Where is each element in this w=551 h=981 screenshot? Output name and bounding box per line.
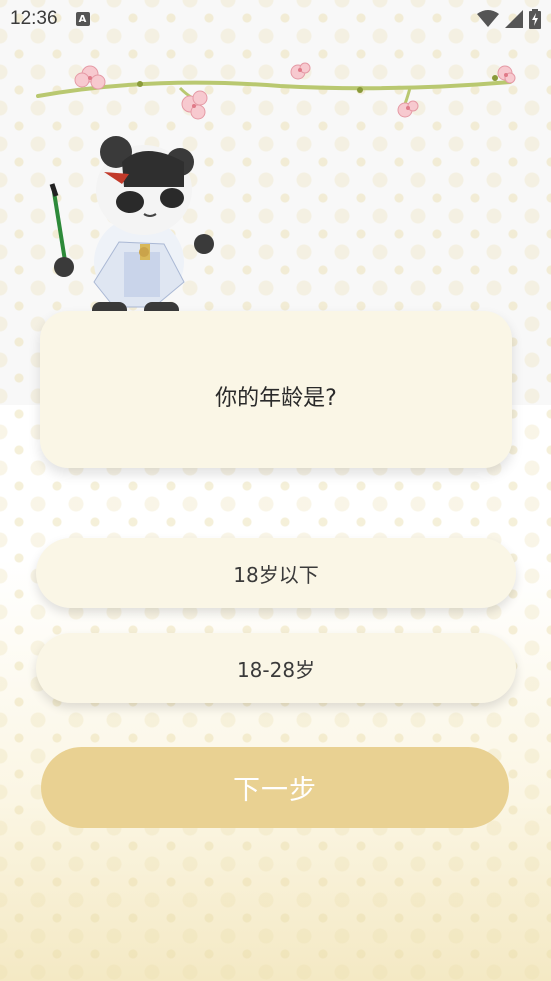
- option-under-18-button[interactable]: 18岁以下: [36, 538, 516, 608]
- question-card: 你的年龄是?: [40, 311, 512, 468]
- blossom-branch-decoration: [36, 62, 516, 120]
- signal-icon: [505, 10, 523, 28]
- notification-a-icon: A: [75, 12, 90, 26]
- status-time: 12:36: [10, 8, 58, 29]
- question-text: 你的年龄是?: [215, 385, 337, 411]
- next-step-button[interactable]: 下一步: [41, 747, 509, 828]
- status-bar: 12:36 A: [0, 0, 551, 38]
- wifi-icon: [477, 10, 499, 27]
- battery-charging-icon: [529, 9, 541, 29]
- option-18-28-button[interactable]: 18-28岁: [36, 633, 516, 703]
